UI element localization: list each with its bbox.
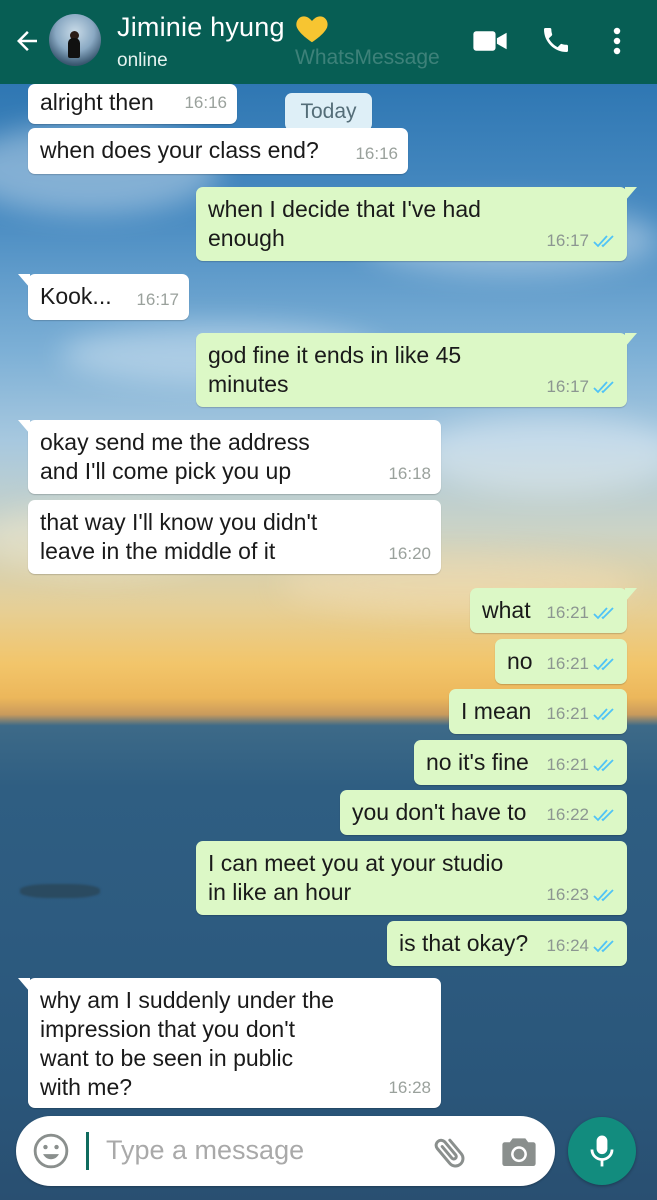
- message-text: why am I suddenly under the impression t…: [40, 987, 335, 1100]
- message-bubble-outgoing[interactable]: no 16:21: [495, 639, 627, 684]
- message-bubble-outgoing[interactable]: I can meet you at your studio in like an…: [196, 841, 627, 915]
- message-bubble-incoming[interactable]: why am I suddenly under the impression t…: [18, 978, 441, 1108]
- video-call-icon[interactable]: [472, 27, 508, 55]
- read-receipt-icon: [593, 234, 614, 247]
- message-time: 16:17: [136, 290, 179, 309]
- message-text: when does your class end?: [40, 137, 319, 163]
- message-time: 16:21: [546, 654, 589, 673]
- message-time: 16:23: [546, 885, 589, 904]
- message-bubble-incoming[interactable]: Kook... 16:17: [18, 274, 189, 320]
- read-receipt-icon: [593, 939, 614, 952]
- text-cursor: [86, 1132, 89, 1170]
- message-input[interactable]: Type a message: [106, 1135, 304, 1166]
- read-receipt-icon: [593, 707, 614, 720]
- contact-name[interactable]: Jiminie hyung: [117, 12, 285, 43]
- camera-icon[interactable]: [500, 1133, 538, 1169]
- message-bubble-outgoing[interactable]: god fine it ends in like 45 minutes 16:1…: [196, 333, 637, 407]
- message-time: 16:21: [546, 603, 589, 622]
- more-vert-icon[interactable]: [604, 26, 630, 56]
- back-arrow-icon[interactable]: [12, 26, 42, 56]
- read-receipt-icon: [593, 888, 614, 901]
- message-bubble-outgoing[interactable]: when I decide that I've had enough 16:17: [196, 187, 637, 261]
- read-receipt-icon: [593, 606, 614, 619]
- message-bubble-outgoing[interactable]: what 16:21: [470, 588, 637, 633]
- read-receipt-icon: [593, 758, 614, 771]
- phone-icon[interactable]: [540, 24, 572, 56]
- avatar[interactable]: [49, 14, 101, 66]
- watermark: WhatsMessage: [295, 46, 440, 69]
- message-text: that way I'll know you didn't leave in t…: [40, 509, 318, 564]
- message-time: 16:21: [546, 704, 589, 723]
- message-bubble-incoming[interactable]: when does your class end? 16:16: [28, 128, 408, 174]
- message-time: 16:21: [546, 755, 589, 774]
- message-time: 16:16: [355, 144, 398, 163]
- message-text: okay send me the address and I'll come p…: [40, 429, 310, 484]
- message-time: 16:20: [388, 544, 431, 563]
- message-time: 16:16: [184, 93, 227, 112]
- read-receipt-icon: [593, 808, 614, 821]
- mic-icon: [590, 1135, 614, 1167]
- message-bubble-incoming[interactable]: that way I'll know you didn't leave in t…: [28, 500, 441, 574]
- yellow-heart-icon: [296, 16, 328, 43]
- emoji-icon[interactable]: [32, 1132, 70, 1170]
- message-bubble-outgoing[interactable]: is that okay? 16:24: [387, 921, 627, 966]
- message-time: 16:22: [546, 805, 589, 824]
- message-bubble-outgoing[interactable]: you don't have to 16:22: [340, 790, 627, 835]
- message-bubble-incoming[interactable]: okay send me the address and I'll come p…: [18, 420, 441, 494]
- contact-status: online: [117, 50, 168, 71]
- voice-message-button[interactable]: [568, 1117, 636, 1185]
- message-bubble-outgoing[interactable]: I mean 16:21: [449, 689, 627, 734]
- message-time: 16:17: [546, 231, 589, 250]
- message-composer[interactable]: Type a message: [16, 1116, 555, 1186]
- chat-header: Jiminie hyung online WhatsMessage: [0, 0, 657, 84]
- read-receipt-icon: [593, 657, 614, 670]
- message-time: 16:24: [546, 936, 589, 955]
- message-bubble-outgoing[interactable]: no it's fine 16:21: [414, 740, 627, 785]
- message-bubble-incoming[interactable]: alright then 16:16: [28, 84, 237, 124]
- message-time: 16:28: [388, 1078, 431, 1097]
- message-time: 16:17: [546, 377, 589, 396]
- read-receipt-icon: [593, 380, 614, 393]
- date-chip: Today: [285, 93, 372, 131]
- attach-icon[interactable]: [430, 1132, 470, 1172]
- message-time: 16:18: [388, 464, 431, 483]
